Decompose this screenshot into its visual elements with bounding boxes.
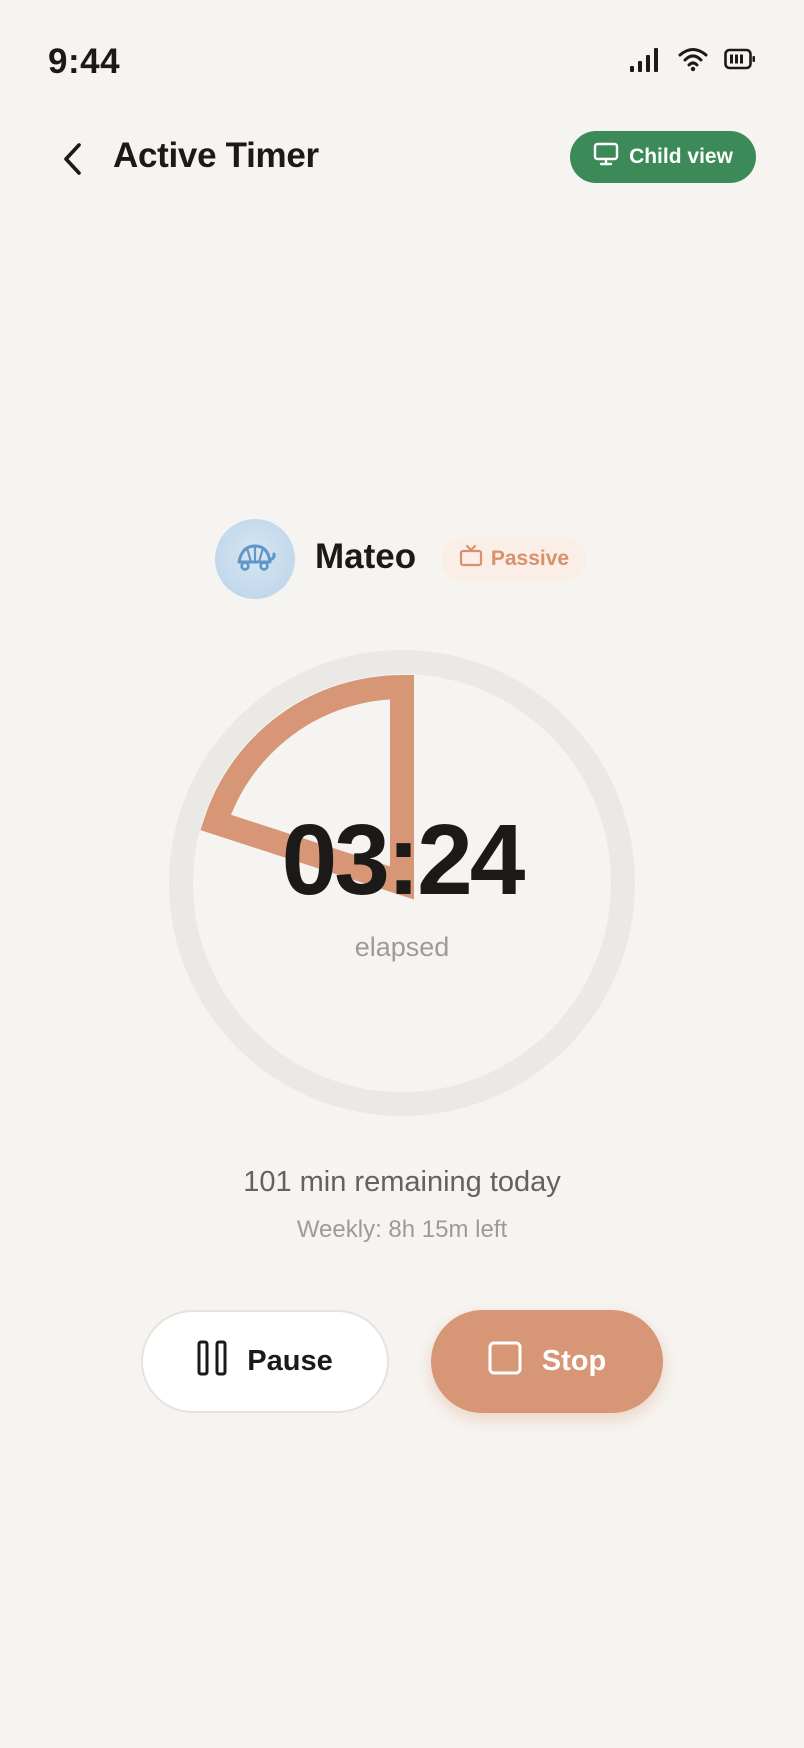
- stop-icon: [488, 1341, 522, 1383]
- child-view-button[interactable]: Child view: [570, 131, 756, 183]
- signal-icon: [628, 46, 662, 77]
- elapsed-label: elapsed: [354, 932, 450, 962]
- activity-badge: Passive: [441, 537, 587, 581]
- status-bar: 9:44: [0, 0, 804, 120]
- pause-icon: [197, 1340, 227, 1384]
- stop-button[interactable]: Stop: [431, 1310, 663, 1413]
- pause-label: Pause: [247, 1345, 333, 1377]
- activity-label: Passive: [490, 547, 570, 570]
- timer-time: 03:24: [281, 804, 526, 916]
- page-title: Active Timer: [113, 136, 319, 175]
- weekly-left: Weekly: 8h 15m left: [296, 1216, 508, 1243]
- turtle-icon: [234, 542, 276, 577]
- remaining-today: 101 min remaining today: [243, 1166, 561, 1198]
- avatar: [215, 519, 295, 599]
- child-view-label: Child view: [629, 145, 733, 168]
- header: Active Timer Child view: [0, 120, 804, 200]
- child-name: Mateo: [315, 537, 417, 576]
- tv-icon: [459, 544, 483, 574]
- wifi-icon: [678, 46, 708, 77]
- pause-button[interactable]: Pause: [141, 1310, 389, 1413]
- status-icons: [628, 46, 756, 77]
- back-button[interactable]: [50, 138, 96, 184]
- timer-ring: 03:24 elapsed: [169, 650, 635, 1116]
- profile-row: Mateo Passive: [0, 519, 804, 599]
- stop-label: Stop: [541, 1345, 607, 1377]
- status-time: 9:44: [48, 42, 121, 81]
- monitor-icon: [593, 142, 619, 172]
- battery-icon: [724, 48, 756, 75]
- chevron-left-icon: [61, 142, 85, 181]
